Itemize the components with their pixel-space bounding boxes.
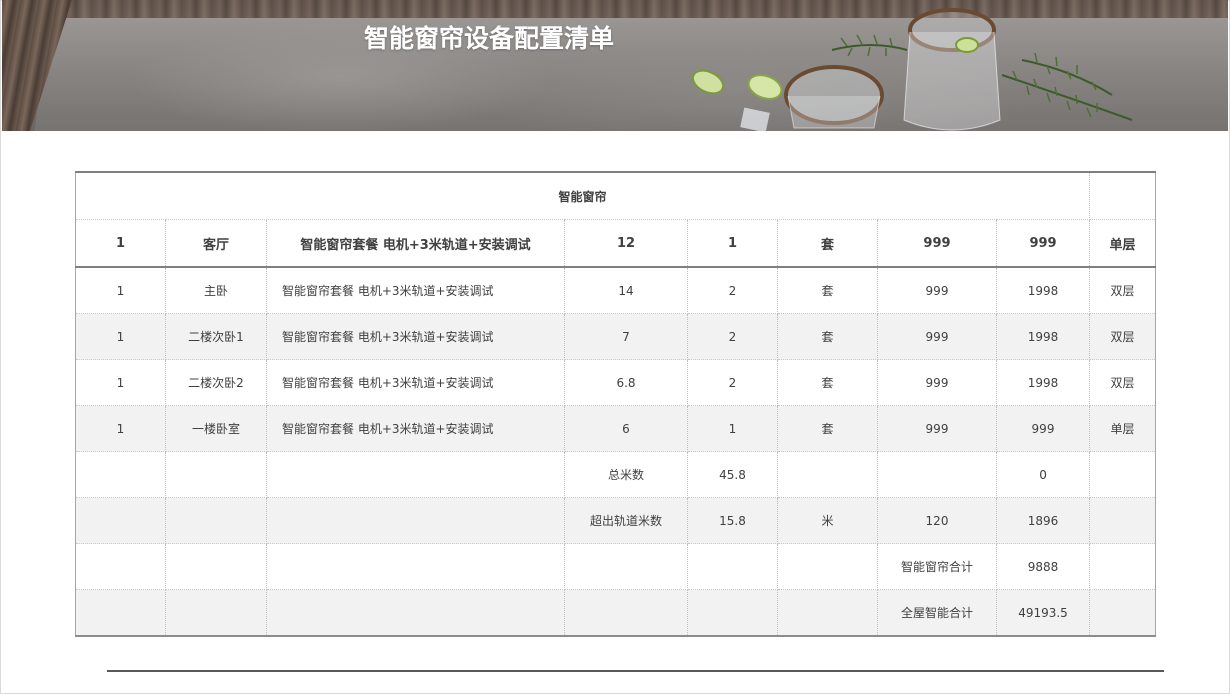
table-cell: 双层 xyxy=(1089,359,1157,406)
table-cell: 120 xyxy=(877,497,997,544)
table-cell: 999 xyxy=(877,219,997,268)
table-row: 1 二楼次卧2 智能窗帘套餐 电机+3米轨道+安装调试 6.8 2 套 999 … xyxy=(75,359,1157,406)
table-row: 1 二楼次卧1 智能窗帘套餐 电机+3米轨道+安装调试 7 2 套 999 19… xyxy=(75,313,1157,360)
table-cell xyxy=(1089,543,1157,590)
table-cell: 999 xyxy=(877,267,997,314)
whole-house-total-value: 49193.5 xyxy=(995,589,1091,637)
summary-row: 智能窗帘合计 9888 xyxy=(75,543,1157,590)
table-cell xyxy=(1089,497,1157,544)
table-cell xyxy=(687,543,778,590)
table-cell: 套 xyxy=(777,219,878,268)
table-cell: 1998 xyxy=(995,313,1091,360)
table-cell: 999 xyxy=(995,219,1091,268)
table-cell: 1 xyxy=(687,405,778,452)
header-banner: 智能窗帘设备配置清单 xyxy=(2,0,1228,131)
table-cell: 主卧 xyxy=(165,267,267,314)
table-cell: 单层 xyxy=(1089,219,1157,268)
table-cell: 二楼次卧1 xyxy=(165,313,267,360)
table-cell: 智能窗帘套餐 电机+3米轨道+安装调试 xyxy=(266,405,565,452)
table-cell: 智能窗帘套餐 电机+3米轨道+安装调试 xyxy=(266,267,565,314)
table-cell: 2 xyxy=(687,359,778,406)
table-cell: 1 xyxy=(75,405,166,452)
table-cell: 7 xyxy=(564,313,688,360)
table-cell: 单层 xyxy=(1089,405,1157,452)
table-row: 1 一楼卧室 智能窗帘套餐 电机+3米轨道+安装调试 6 1 套 999 999… xyxy=(75,405,1157,452)
curtain-total-label: 智能窗帘合计 xyxy=(877,543,997,590)
section-title-row: 智能窗帘 xyxy=(74,171,1157,220)
table-cell xyxy=(165,497,267,544)
table-cell: 999 xyxy=(877,313,997,360)
table-cell: 6 xyxy=(564,405,688,452)
configuration-table: 智能窗帘 1 客厅 智能窗帘套餐 电机+3米轨道+安装调试 12 1 套 999… xyxy=(74,171,1157,637)
table-cell: 1 xyxy=(75,267,166,314)
table-cell: 套 xyxy=(777,313,878,360)
table-cell: 双层 xyxy=(1089,313,1157,360)
table-cell: 1896 xyxy=(995,497,1091,544)
table-cell: 米 xyxy=(777,497,878,544)
table-cell xyxy=(877,451,997,498)
total-meters-value: 45.8 xyxy=(687,451,778,498)
table-cell xyxy=(266,543,565,590)
table-cell xyxy=(564,589,688,637)
table-cell xyxy=(165,451,267,498)
table-cell: 智能窗帘套餐 电机+3米轨道+安装调试 xyxy=(266,359,565,406)
table-cell: 1 xyxy=(75,359,166,406)
table-cell: 1 xyxy=(687,219,778,268)
curtain-total-value: 9888 xyxy=(995,543,1091,590)
table-cell xyxy=(75,451,166,498)
table-cell: 一楼卧室 xyxy=(165,405,267,452)
whole-house-total-label: 全屋智能合计 xyxy=(877,589,997,637)
table-cell: 14 xyxy=(564,267,688,314)
table-cell: 999 xyxy=(877,359,997,406)
table-cell xyxy=(777,451,878,498)
summary-row: 全屋智能合计 49193.5 xyxy=(75,589,1157,637)
table-cell: 1 xyxy=(75,219,166,268)
table-cell: 智能窗帘套餐 电机+3米轨道+安装调试 xyxy=(266,219,565,268)
total-meters-label: 总米数 xyxy=(564,451,688,498)
table-cell: 客厅 xyxy=(165,219,267,268)
excess-track-value: 15.8 xyxy=(687,497,778,544)
table-cell xyxy=(266,497,565,544)
table-cell xyxy=(777,589,878,637)
table-cell xyxy=(165,543,267,590)
table-cell: 套 xyxy=(777,405,878,452)
table-cell xyxy=(777,543,878,590)
table-cell: 智能窗帘套餐 电机+3米轨道+安装调试 xyxy=(266,313,565,360)
table-cell xyxy=(75,543,166,590)
section-title: 智能窗帘 xyxy=(74,171,1091,220)
summary-row: 总米数 45.8 0 xyxy=(75,451,1157,498)
table-cell: 1998 xyxy=(995,359,1091,406)
table-cell: 0 xyxy=(995,451,1091,498)
table-cell: 12 xyxy=(564,219,688,268)
table-cell: 6.8 xyxy=(564,359,688,406)
header-row: 1 客厅 智能窗帘套餐 电机+3米轨道+安装调试 12 1 套 999 999 … xyxy=(75,219,1157,268)
table-cell: 二楼次卧2 xyxy=(165,359,267,406)
page-title: 智能窗帘设备配置清单 xyxy=(364,24,615,53)
table-cell: 双层 xyxy=(1089,267,1157,314)
table-cell: 999 xyxy=(995,405,1091,452)
table-cell xyxy=(75,589,166,637)
table-cell xyxy=(165,589,267,637)
table-row: 1 主卧 智能窗帘套餐 电机+3米轨道+安装调试 14 2 套 999 1998… xyxy=(75,267,1157,314)
glasses-illustration xyxy=(691,8,1133,131)
table-cell: 999 xyxy=(877,405,997,452)
table-cell xyxy=(564,543,688,590)
excess-track-label: 超出轨道米数 xyxy=(564,497,688,544)
footer-divider xyxy=(107,670,1164,672)
table-cell xyxy=(266,451,565,498)
table-cell xyxy=(75,497,166,544)
table-cell: 2 xyxy=(687,313,778,360)
summary-row: 超出轨道米数 15.8 米 120 1896 xyxy=(75,497,1157,544)
table-cell xyxy=(1089,451,1157,498)
table-cell: 1 xyxy=(75,313,166,360)
table-cell xyxy=(266,589,565,637)
table-cell: 套 xyxy=(777,267,878,314)
table-cell: 1998 xyxy=(995,267,1091,314)
table-cell xyxy=(687,589,778,637)
table-cell xyxy=(1089,171,1157,220)
table-cell xyxy=(1089,589,1157,637)
table-cell: 2 xyxy=(687,267,778,314)
table-cell: 套 xyxy=(777,359,878,406)
